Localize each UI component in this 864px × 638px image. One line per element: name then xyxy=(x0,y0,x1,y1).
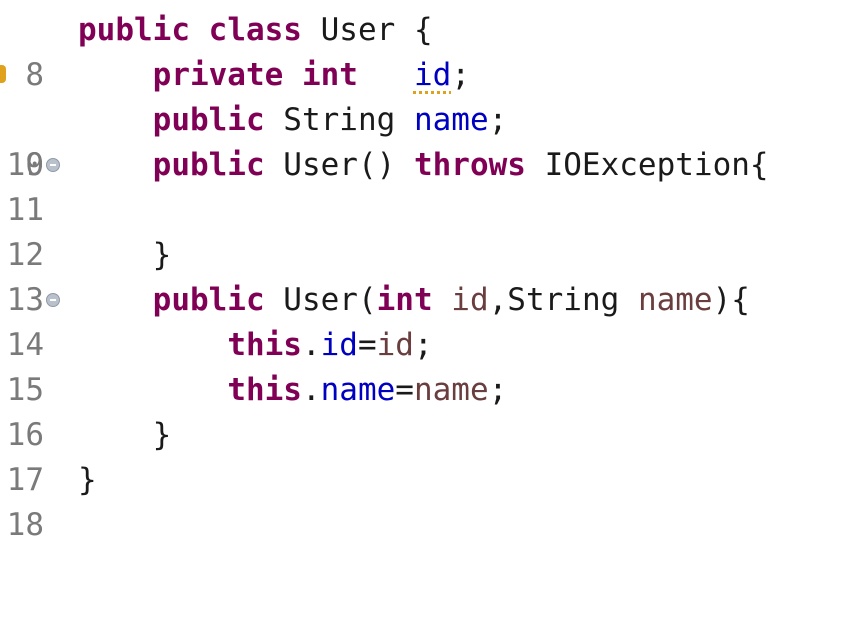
warning-marker-icon[interactable] xyxy=(0,65,6,83)
line-number: 18 xyxy=(6,507,44,543)
keyword: throws xyxy=(413,147,526,183)
code-token: User() xyxy=(264,147,414,183)
parameter-name: name xyxy=(637,282,713,318)
code-line[interactable]: 15 this.id=id; xyxy=(0,323,864,408)
code-text[interactable]: public User() throws IOException{ xyxy=(78,143,769,188)
code-token: ){ xyxy=(712,282,750,318)
code-token: . xyxy=(301,327,321,363)
code-token: ; xyxy=(413,327,433,363)
keyword: public xyxy=(152,282,265,318)
code-text[interactable]: } xyxy=(78,458,97,503)
code-text[interactable]: public String name; xyxy=(78,98,508,143)
keyword: this xyxy=(227,372,302,408)
code-token: User { xyxy=(301,12,433,48)
code-token: = xyxy=(357,327,377,363)
code-line[interactable]: 13 } xyxy=(0,233,864,318)
code-token: } xyxy=(78,417,172,453)
code-editor[interactable]: 8 public class User { 9 private int id; … xyxy=(0,8,864,543)
field-name: name xyxy=(413,102,489,138)
code-text[interactable]: } xyxy=(78,233,172,278)
code-text[interactable]: } xyxy=(78,413,172,458)
code-token: ,String xyxy=(488,282,638,318)
code-token: ; xyxy=(451,57,470,93)
parameter-id: id xyxy=(451,282,489,318)
code-text[interactable]: public class User { xyxy=(78,8,433,53)
code-text[interactable]: public User(int id,String name){ xyxy=(78,278,750,323)
keyword: int xyxy=(301,57,358,93)
code-text[interactable]: private int id; xyxy=(78,53,470,98)
code-token: String xyxy=(264,102,414,138)
code-token: } xyxy=(78,237,172,273)
code-line[interactable]: 14 public User(int id,String name){ xyxy=(0,278,864,363)
code-token: = xyxy=(395,372,414,408)
keyword: private xyxy=(152,57,284,93)
code-line[interactable]: 12 xyxy=(0,188,864,273)
keyword: public xyxy=(78,12,190,48)
code-line[interactable]: 10 public String name; xyxy=(0,98,864,183)
code-token: IOException{ xyxy=(525,147,769,183)
keyword: class xyxy=(208,12,302,48)
code-token: ; xyxy=(488,372,508,408)
code-token: ; xyxy=(488,102,508,138)
code-line[interactable]: 9 private int id; xyxy=(0,53,864,183)
keyword: this xyxy=(227,327,302,363)
keyword: public xyxy=(152,147,265,183)
code-line[interactable]: 18 } xyxy=(0,458,864,543)
field-id-warning[interactable]: id xyxy=(414,57,451,93)
code-line[interactable]: 16 this.name=name; xyxy=(0,368,864,453)
code-text[interactable]: this.name=name; xyxy=(78,368,507,413)
code-token: User( xyxy=(264,282,377,318)
field-name: name xyxy=(320,372,396,408)
code-line[interactable]: 8 public class User { xyxy=(0,8,864,93)
code-token: } xyxy=(78,462,97,498)
code-line[interactable]: 17 } xyxy=(0,413,864,498)
fold-toggle-icon[interactable] xyxy=(46,158,60,172)
code-token: . xyxy=(301,372,321,408)
field-id: id xyxy=(320,327,358,363)
parameter-id: id xyxy=(376,327,414,363)
code-line[interactable]: 11 public User() throws IOException{ xyxy=(0,143,864,228)
code-text[interactable]: this.id=id; xyxy=(78,323,433,368)
keyword: public xyxy=(152,102,265,138)
fold-toggle-icon[interactable] xyxy=(46,293,60,307)
keyword: int xyxy=(376,282,433,318)
parameter-name: name xyxy=(413,372,489,408)
